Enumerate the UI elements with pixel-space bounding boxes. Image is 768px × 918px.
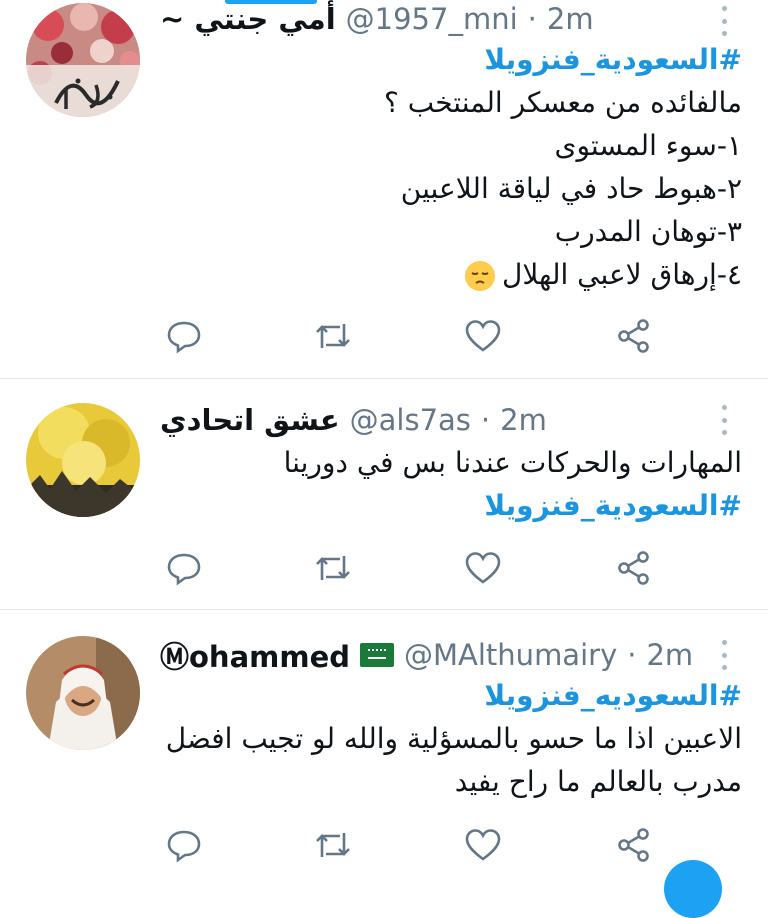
tweet-text-line: ٢-هبوط حاد في لياقة اللاعبين <box>400 172 742 205</box>
tweet-text: #السعوديه_فنزويلا الاعبين اذا ما حسو بال… <box>160 674 742 803</box>
tweet-text-line-with-emoji: ٤-إرهاق لاعبي الهلال <box>160 253 742 296</box>
tweet-header: عشق اتحادي @als7as · 2m <box>160 399 713 441</box>
retweet-icon[interactable] <box>312 547 354 589</box>
tweet[interactable]: عشق اتحادي @als7as · 2m المهارات والحركا… <box>0 379 768 610</box>
share-icon[interactable] <box>613 824 655 866</box>
tweet-text-line: مالفائده من معسكر المنتخب ؟ <box>383 86 742 119</box>
tweet-text: #السعودية_فنزويلا مالفائده من معسكر المن… <box>160 38 742 296</box>
like-icon[interactable] <box>462 315 504 357</box>
tweet-actions <box>160 824 660 866</box>
separator-dot: · <box>527 2 537 36</box>
tweet-actions <box>160 547 660 589</box>
tweet-text-line: ٤-إرهاق لاعبي الهلال <box>501 258 742 291</box>
pensive-face-emoji <box>464 260 496 292</box>
tweet-actions <box>160 315 660 357</box>
tweet-text-line: ١-سوء المستوى <box>554 129 742 162</box>
retweet-icon[interactable] <box>312 824 354 866</box>
share-icon[interactable] <box>613 547 655 589</box>
tweet-header: أمي جنتي ~ @1957_mni · 2m <box>160 0 713 40</box>
avatar[interactable] <box>26 3 140 117</box>
tweet-text-line: المهارات والحركات عندنا بس في دورينا <box>283 446 742 479</box>
reply-icon[interactable] <box>163 547 205 589</box>
display-name[interactable]: أمي جنتي ~ <box>160 2 336 36</box>
tweet[interactable]: أمي جنتي ~ @1957_mni · 2m #السعودية_فنزو… <box>0 0 768 379</box>
handle[interactable]: @1957_mni <box>346 2 518 36</box>
more-vertical-icon[interactable] <box>720 6 728 36</box>
like-icon[interactable] <box>462 547 504 589</box>
handle[interactable]: @MAlthumairy <box>404 638 617 672</box>
more-vertical-icon[interactable] <box>720 640 728 670</box>
tweet-header: Ⓜohammed @MAlthumairy · 2m <box>160 634 713 676</box>
reply-icon[interactable] <box>163 315 205 357</box>
display-name[interactable]: عشق اتحادي <box>160 403 340 437</box>
more-vertical-icon[interactable] <box>720 405 728 435</box>
handle[interactable]: @als7as <box>350 403 471 437</box>
timestamp[interactable]: 2m <box>646 638 693 672</box>
like-icon[interactable] <box>462 824 504 866</box>
retweet-icon[interactable] <box>312 315 354 357</box>
hashtag-link[interactable]: #السعوديه_فنزويلا <box>160 674 742 717</box>
compose-tweet-button[interactable] <box>664 860 722 918</box>
tweet-text: المهارات والحركات عندنا بس في دورينا #ال… <box>160 441 742 527</box>
display-name[interactable]: Ⓜohammed <box>160 634 350 676</box>
hashtag-link[interactable]: #السعودية_فنزويلا <box>160 484 742 527</box>
timestamp[interactable]: 2m <box>547 2 594 36</box>
tweet[interactable]: Ⓜohammed @MAlthumairy · 2m #السعوديه_فنز… <box>0 610 768 873</box>
tweet-text-line: الاعبين اذا ما حسو بالمسؤلية والله لو تج… <box>165 722 742 755</box>
share-icon[interactable] <box>613 315 655 357</box>
hashtag-link[interactable]: #السعودية_فنزويلا <box>160 38 742 81</box>
avatar[interactable] <box>26 636 140 750</box>
separator-dot: · <box>627 638 637 672</box>
reply-icon[interactable] <box>163 824 205 866</box>
saudi-flag-emoji <box>360 643 395 667</box>
tweet-text-line: مدرب بالعالم ما راح يفيد <box>454 765 742 798</box>
timestamp[interactable]: 2m <box>500 403 547 437</box>
separator-dot: · <box>480 403 491 437</box>
avatar[interactable] <box>26 403 140 517</box>
tweet-text-line: ٣-توهان المدرب <box>554 215 742 248</box>
